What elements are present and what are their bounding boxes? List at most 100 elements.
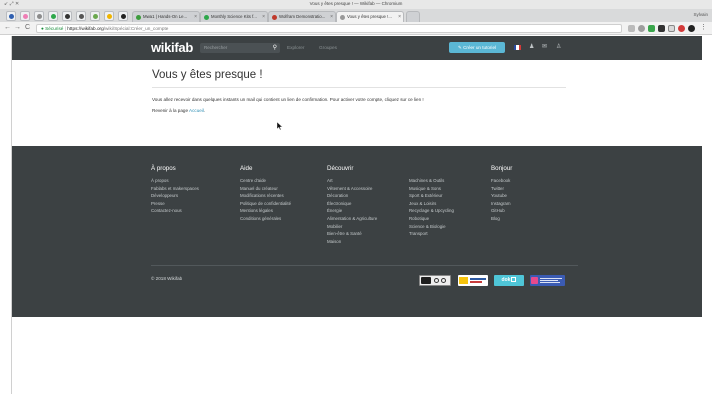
extension-search-icon[interactable] [668,25,675,32]
window-title: Vous y êtes presque ! — Wikifab — Chromi… [309,1,403,6]
footer-link[interactable]: Bien-être & Santé [327,230,377,238]
pinned-tab-5[interactable] [62,11,72,21]
pinned-tab-1[interactable] [6,11,16,21]
magnifier-icon[interactable]: ⚲ [273,44,277,52]
footer-link[interactable]: GitHub [491,207,512,215]
footer-link[interactable]: Twitter [491,185,512,193]
footer-link[interactable]: Politique de confidentialité [240,200,291,208]
footer-link[interactable]: Maison [327,238,377,246]
footer-link[interactable]: Recyclage & Upcycling [409,207,454,215]
footer-link[interactable]: Sport & Extérieur [409,192,454,200]
footer-link[interactable]: Instagram [491,200,512,208]
footer-column-about: À propos À propos Fablabs et makerspaces… [151,165,199,215]
footer-link[interactable]: Décoration [327,192,377,200]
home-link[interactable]: Accueil [189,108,204,113]
pinned-tab-9[interactable] [118,11,128,21]
mail-icon [65,14,70,19]
new-tab-button[interactable] [406,11,420,22]
close-icon[interactable]: × [398,12,401,22]
mouse-pointer-icon [277,122,283,130]
key-icon[interactable] [628,25,635,32]
nav-explore-link[interactable]: Explorer [287,45,304,51]
profile-name[interactable]: Sylvain [693,12,708,17]
footer-heading: Aide [240,165,253,172]
footer-link[interactable]: À propos [151,177,199,185]
envelope-icon[interactable]: ✉ [542,43,547,52]
dokit-badge[interactable]: dok [494,275,524,286]
menu-icon[interactable]: ⋮ [700,24,707,32]
url-path: /wiki/Spécial:Créer_un_compte [103,26,169,31]
footer-link[interactable]: Blog [491,215,512,223]
pinned-tab-6[interactable] [76,11,86,21]
extension-green-icon[interactable] [648,25,655,32]
footer-column-discover: Découvrir Art Vêtement & Accessoire Déco… [327,165,377,245]
tab-3[interactable]: Wolfram Demonstratio... × [268,11,336,22]
footer-link[interactable]: Facebook [491,177,512,185]
footer-link[interactable]: Robotique [409,215,454,223]
extension-circle-icon[interactable] [688,25,695,32]
footer-link[interactable]: Jeux & Loisirs [409,200,454,208]
footer-link[interactable]: Presse [151,200,199,208]
creative-commons-badge[interactable] [419,275,451,286]
footer-column-discover-2: Machines & Outils Musique & Sons Sport &… [409,165,454,238]
footer-link[interactable]: Mobilier [327,223,377,231]
footer-link[interactable]: Énergie [327,207,377,215]
back-prefix: Revenir à la page [152,108,189,113]
tab-favicon-icon [204,15,209,20]
footer-link[interactable]: Science & Biologie [409,223,454,231]
footer-link[interactable]: Transport [409,230,454,238]
tab-favicon-icon [136,15,141,20]
create-tutorial-button[interactable]: ✎ Créer un tutoriel [449,42,505,53]
site-search-input[interactable]: Rechercher ⚲ [200,43,280,53]
footer-link[interactable]: Développeurs [151,192,199,200]
footer-link[interactable]: Contactez-nous [151,207,199,215]
pinned-tab-4[interactable] [48,11,58,21]
site-header: wikifab Rechercher ⚲ Explorer Groupes ✎ … [12,36,702,60]
footer-heading: Découvrir [327,165,354,172]
pinned-tab-3[interactable] [34,11,44,21]
footer-link[interactable]: Art [327,177,377,185]
user-icon[interactable]: ♟ [529,43,534,52]
account-icon[interactable]: ♙ [556,43,561,52]
star-icon[interactable] [638,25,645,32]
footer-link[interactable]: Vêtement & Accessoire [327,185,377,193]
footer-link[interactable]: Manuel du créateur [240,185,291,193]
tab-favicon-icon [272,15,277,20]
footer-link[interactable]: Électronique [327,200,377,208]
footer-column-hello: Bonjour Facebook Twitter Youtube Instagr… [491,165,512,223]
footer-link[interactable]: Mentions légales [240,207,291,215]
footer-link[interactable]: Modifications récentes [240,192,291,200]
french-flag-icon[interactable] [514,45,521,50]
footer-link[interactable]: Alimentation & Agriculture [327,215,377,223]
footer-link[interactable]: Fablabs et makerspaces [151,185,199,193]
footer-link[interactable]: Centre d'aide [240,177,291,185]
pinned-tab-2[interactable] [20,11,30,21]
tab-1[interactable]: Mwa1 | Hands-On Le... × [132,11,200,22]
pinned-tab-7[interactable] [90,11,100,21]
forward-arrow-icon[interactable]: → [14,24,21,32]
globe-icon [93,14,98,19]
tab-label: Mwa1 | Hands-On Le... [143,14,188,19]
close-icon[interactable]: × [262,12,265,22]
footer-link[interactable]: Machines & Outils [409,177,454,185]
footer-link[interactable]: Youtube [491,192,512,200]
copyright-text: © 2018 Wikifab [151,276,183,281]
partner-badge[interactable] [530,275,565,286]
tab-2[interactable]: Monthly Science Kits f... × [200,11,268,22]
tab-4-active[interactable]: Vous y êtes presque !... × [336,11,404,22]
footer-link[interactable]: Musique & Sons [409,185,454,193]
address-bar[interactable]: ● Sécurisé | https://wikifab.org/wiki/Sp… [36,24,622,33]
back-arrow-icon[interactable]: ← [4,24,11,32]
close-icon[interactable]: × [194,12,197,22]
pinned-tab-8[interactable] [104,11,114,21]
tab-favicon-icon [340,15,345,20]
reload-icon[interactable]: C [25,24,30,32]
back-suffix: . [203,108,206,113]
eu-funding-badge[interactable] [458,275,488,286]
footer-link[interactable]: Conditions générales [240,215,291,223]
wikifab-logo[interactable]: wikifab [151,40,193,55]
extension-red-icon[interactable] [678,25,685,32]
extension-dark-icon[interactable] [658,25,665,32]
close-icon[interactable]: × [330,12,333,22]
nav-groups-link[interactable]: Groupes [319,45,337,51]
